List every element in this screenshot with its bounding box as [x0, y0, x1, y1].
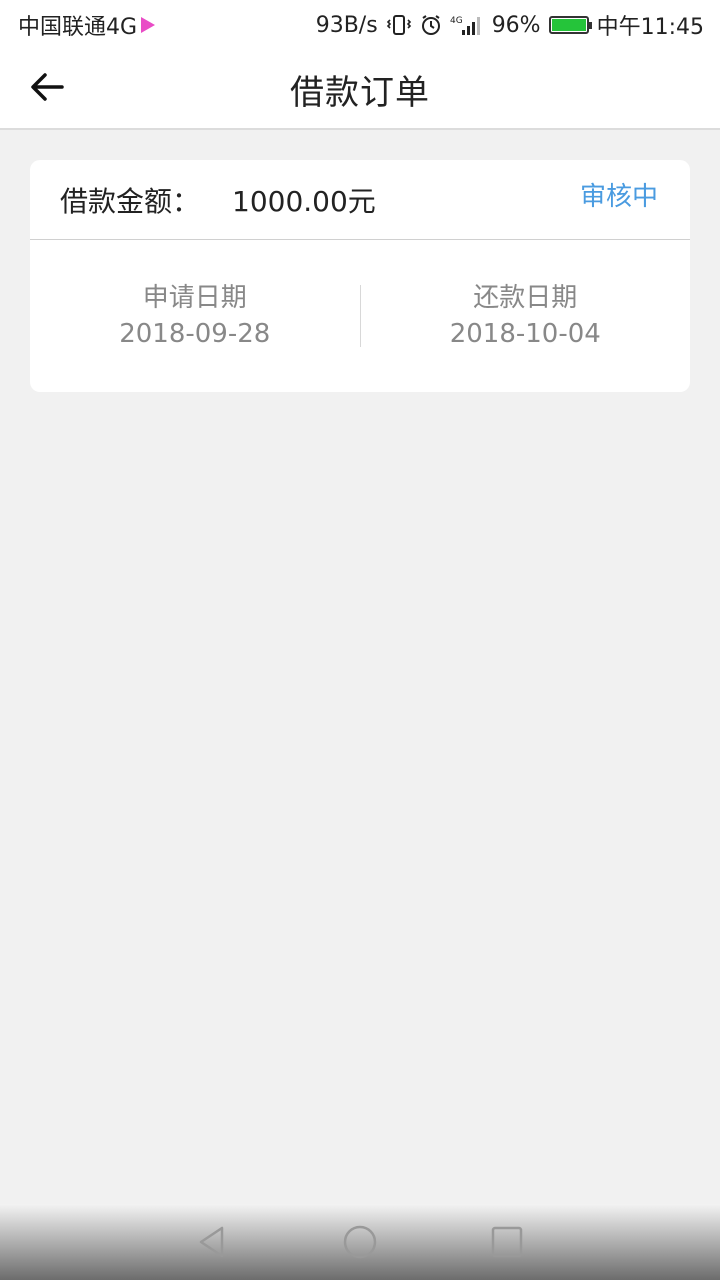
back-triangle-icon	[200, 1226, 224, 1258]
apply-date-label: 申请日期	[142, 283, 247, 313]
screen: 中国联通4G 93B/s 4G 96% 中午11:45 借款订单 借款金额： 1…	[0, 0, 720, 1280]
status-right: 93B/s 4G 96% 中午11:45	[308, 9, 704, 41]
header-bar: 借款订单	[0, 50, 720, 130]
clock-time: 中午11:45	[596, 15, 704, 40]
amount-group: 借款金额： 1000.00元	[60, 180, 376, 220]
repay-date-label: 还款日期	[473, 283, 578, 313]
home-circle-icon	[343, 1225, 377, 1259]
repay-date-value: 2018-10-04	[449, 319, 601, 349]
net-speed: 93B/s	[315, 12, 378, 38]
alarm-icon	[420, 14, 442, 36]
svg-text:4G: 4G	[450, 16, 463, 26]
nav-recents-button[interactable]	[482, 1217, 532, 1267]
order-card-top: 借款金额： 1000.00元 审核中	[30, 160, 690, 240]
status-left: 中国联通4G	[18, 9, 156, 41]
recents-square-icon	[491, 1226, 522, 1258]
play-icon	[141, 17, 156, 33]
battery-icon	[548, 16, 592, 34]
battery-fill	[551, 19, 586, 31]
carrier-text: 中国联通4G	[18, 15, 138, 40]
system-nav-bar	[0, 1204, 720, 1280]
amount-label: 借款金额：	[60, 184, 201, 218]
apply-date-value: 2018-09-28	[119, 319, 271, 349]
nav-home-button[interactable]	[335, 1217, 385, 1267]
repay-date-column: 还款日期 2018-10-04	[361, 280, 691, 352]
apply-date-column: 申请日期 2018-09-28	[30, 280, 360, 352]
status-bar: 中国联通4G 93B/s 4G 96% 中午11:45	[0, 0, 720, 50]
order-card-dates: 申请日期 2018-09-28 还款日期 2018-10-04	[30, 240, 690, 392]
arrow-left-icon	[31, 73, 64, 101]
page-title: 借款订单	[290, 72, 430, 113]
back-button[interactable]	[22, 62, 72, 112]
vibrate-icon	[386, 14, 412, 36]
battery-percent: 96%	[491, 12, 541, 38]
order-card[interactable]: 借款金额： 1000.00元 审核中 申请日期 2018-09-28 还款日期 …	[30, 160, 690, 392]
nav-back-button[interactable]	[188, 1217, 238, 1267]
amount-value: 1000.00元	[232, 184, 376, 218]
status-badge: 审核中	[579, 182, 658, 212]
signal-icon: 4G	[450, 14, 484, 36]
